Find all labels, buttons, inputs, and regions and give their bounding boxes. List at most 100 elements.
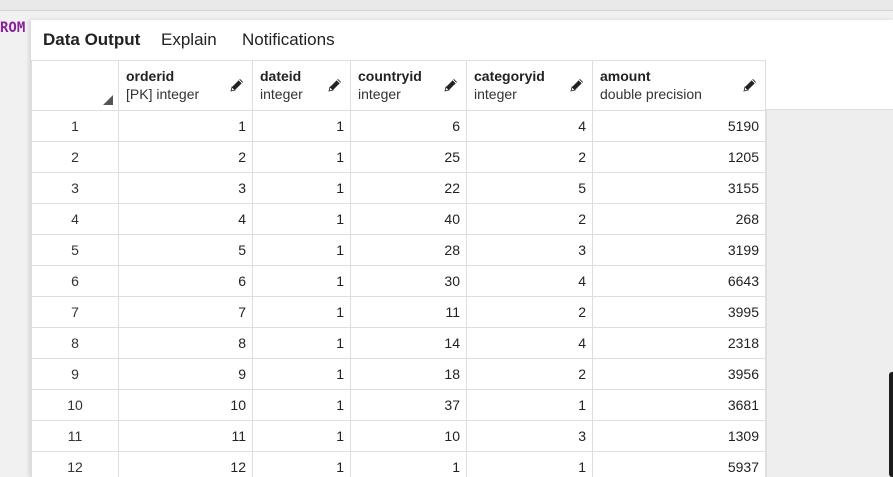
row-number-cell[interactable]: 9 bbox=[31, 358, 119, 390]
tab-explain[interactable]: Explain bbox=[161, 30, 217, 50]
cell-countryid[interactable]: 11 bbox=[350, 296, 467, 328]
cell-dateid[interactable]: 1 bbox=[252, 420, 351, 452]
cell-orderid[interactable]: 4 bbox=[118, 203, 253, 235]
row-number-cell[interactable]: 7 bbox=[31, 296, 119, 328]
cell-amount[interactable]: 6643 bbox=[592, 265, 766, 297]
cell-dateid[interactable]: 1 bbox=[252, 203, 351, 235]
cell-countryid[interactable]: 14 bbox=[350, 327, 467, 359]
row-number-cell[interactable]: 12 bbox=[31, 451, 119, 477]
cell-categoryid[interactable]: 2 bbox=[466, 203, 593, 235]
cell-amount[interactable]: 3155 bbox=[592, 172, 766, 204]
table-row[interactable]: 8 8 1 14 4 2318 bbox=[31, 327, 766, 359]
cell-amount[interactable]: 5190 bbox=[592, 110, 766, 142]
cell-orderid[interactable]: 10 bbox=[118, 389, 253, 421]
table-row[interactable]: 10 10 1 37 1 3681 bbox=[31, 389, 766, 421]
row-number-cell[interactable]: 3 bbox=[31, 172, 119, 204]
column-header-amount[interactable]: amount double precision bbox=[592, 60, 766, 111]
cell-orderid[interactable]: 2 bbox=[118, 141, 253, 173]
pencil-icon[interactable] bbox=[229, 77, 245, 93]
cell-dateid[interactable]: 1 bbox=[252, 327, 351, 359]
cell-categoryid[interactable]: 3 bbox=[466, 420, 593, 452]
table-row[interactable]: 3 3 1 22 5 3155 bbox=[31, 172, 766, 204]
column-header-countryid[interactable]: countryid integer bbox=[350, 60, 467, 111]
cell-amount[interactable]: 268 bbox=[592, 203, 766, 235]
cell-categoryid[interactable]: 2 bbox=[466, 296, 593, 328]
cell-countryid[interactable]: 22 bbox=[350, 172, 467, 204]
cell-orderid[interactable]: 9 bbox=[118, 358, 253, 390]
cell-orderid[interactable]: 1 bbox=[118, 110, 253, 142]
row-number-cell[interactable]: 8 bbox=[31, 327, 119, 359]
select-all-cell[interactable] bbox=[31, 60, 119, 111]
cell-categoryid[interactable]: 4 bbox=[466, 327, 593, 359]
cell-amount[interactable]: 1205 bbox=[592, 141, 766, 173]
cell-dateid[interactable]: 1 bbox=[252, 234, 351, 266]
row-number-cell[interactable]: 11 bbox=[31, 420, 119, 452]
table-row[interactable]: 1 1 1 6 4 5190 bbox=[31, 110, 766, 142]
cell-amount[interactable]: 3681 bbox=[592, 389, 766, 421]
cell-amount[interactable]: 3995 bbox=[592, 296, 766, 328]
table-row[interactable]: 7 7 1 11 2 3995 bbox=[31, 296, 766, 328]
cell-dateid[interactable]: 1 bbox=[252, 110, 351, 142]
cell-orderid[interactable]: 3 bbox=[118, 172, 253, 204]
cell-categoryid[interactable]: 1 bbox=[466, 451, 593, 477]
cell-countryid[interactable]: 28 bbox=[350, 234, 467, 266]
cell-orderid[interactable]: 6 bbox=[118, 265, 253, 297]
cell-orderid[interactable]: 5 bbox=[118, 234, 253, 266]
table-row[interactable]: 2 2 1 25 2 1205 bbox=[31, 141, 766, 173]
row-number-cell[interactable]: 6 bbox=[31, 265, 119, 297]
tab-data-output[interactable]: Data Output bbox=[43, 30, 140, 50]
tab-notifications[interactable]: Notifications bbox=[242, 30, 335, 50]
cell-orderid[interactable]: 7 bbox=[118, 296, 253, 328]
table-row[interactable]: 4 4 1 40 2 268 bbox=[31, 203, 766, 235]
row-number-cell[interactable]: 1 bbox=[31, 110, 119, 142]
column-header-categoryid[interactable]: categoryid integer bbox=[466, 60, 593, 111]
pencil-icon[interactable] bbox=[742, 77, 758, 93]
cell-orderid[interactable]: 8 bbox=[118, 327, 253, 359]
results-table: orderid [PK] integer dateid integer coun… bbox=[31, 60, 766, 477]
cell-countryid[interactable]: 18 bbox=[350, 358, 467, 390]
cell-countryid[interactable]: 1 bbox=[350, 451, 467, 477]
cell-amount[interactable]: 5937 bbox=[592, 451, 766, 477]
cell-categoryid[interactable]: 4 bbox=[466, 110, 593, 142]
cell-categoryid[interactable]: 3 bbox=[466, 234, 593, 266]
cell-countryid[interactable]: 6 bbox=[350, 110, 467, 142]
row-number-cell[interactable]: 5 bbox=[31, 234, 119, 266]
cell-orderid[interactable]: 12 bbox=[118, 451, 253, 477]
cell-amount[interactable]: 3199 bbox=[592, 234, 766, 266]
cell-countryid[interactable]: 25 bbox=[350, 141, 467, 173]
pencil-icon[interactable] bbox=[569, 77, 585, 93]
cell-countryid[interactable]: 37 bbox=[350, 389, 467, 421]
table-row[interactable]: 9 9 1 18 2 3956 bbox=[31, 358, 766, 390]
cell-dateid[interactable]: 1 bbox=[252, 141, 351, 173]
table-row[interactable]: 5 5 1 28 3 3199 bbox=[31, 234, 766, 266]
cell-dateid[interactable]: 1 bbox=[252, 265, 351, 297]
cell-dateid[interactable]: 1 bbox=[252, 451, 351, 477]
table-row[interactable]: 11 11 1 10 3 1309 bbox=[31, 420, 766, 452]
cell-categoryid[interactable]: 1 bbox=[466, 389, 593, 421]
table-row[interactable]: 6 6 1 30 4 6643 bbox=[31, 265, 766, 297]
cell-categoryid[interactable]: 4 bbox=[466, 265, 593, 297]
cell-dateid[interactable]: 1 bbox=[252, 172, 351, 204]
column-header-orderid[interactable]: orderid [PK] integer bbox=[118, 60, 253, 111]
column-header-dateid[interactable]: dateid integer bbox=[252, 60, 351, 111]
cell-countryid[interactable]: 30 bbox=[350, 265, 467, 297]
cell-dateid[interactable]: 1 bbox=[252, 296, 351, 328]
row-number-cell[interactable]: 4 bbox=[31, 203, 119, 235]
cell-dateid[interactable]: 1 bbox=[252, 389, 351, 421]
cell-categoryid[interactable]: 2 bbox=[466, 141, 593, 173]
cell-dateid[interactable]: 1 bbox=[252, 358, 351, 390]
pencil-icon[interactable] bbox=[443, 77, 459, 93]
cell-orderid[interactable]: 11 bbox=[118, 420, 253, 452]
cell-amount[interactable]: 1309 bbox=[592, 420, 766, 452]
header-empty-area bbox=[766, 60, 893, 110]
row-number-cell[interactable]: 10 bbox=[31, 389, 119, 421]
cell-categoryid[interactable]: 5 bbox=[466, 172, 593, 204]
pencil-icon[interactable] bbox=[327, 77, 343, 93]
cell-amount[interactable]: 3956 bbox=[592, 358, 766, 390]
table-row[interactable]: 12 12 1 1 1 5937 bbox=[31, 451, 766, 477]
row-number-cell[interactable]: 2 bbox=[31, 141, 119, 173]
cell-amount[interactable]: 2318 bbox=[592, 327, 766, 359]
cell-countryid[interactable]: 40 bbox=[350, 203, 467, 235]
cell-countryid[interactable]: 10 bbox=[350, 420, 467, 452]
cell-categoryid[interactable]: 2 bbox=[466, 358, 593, 390]
